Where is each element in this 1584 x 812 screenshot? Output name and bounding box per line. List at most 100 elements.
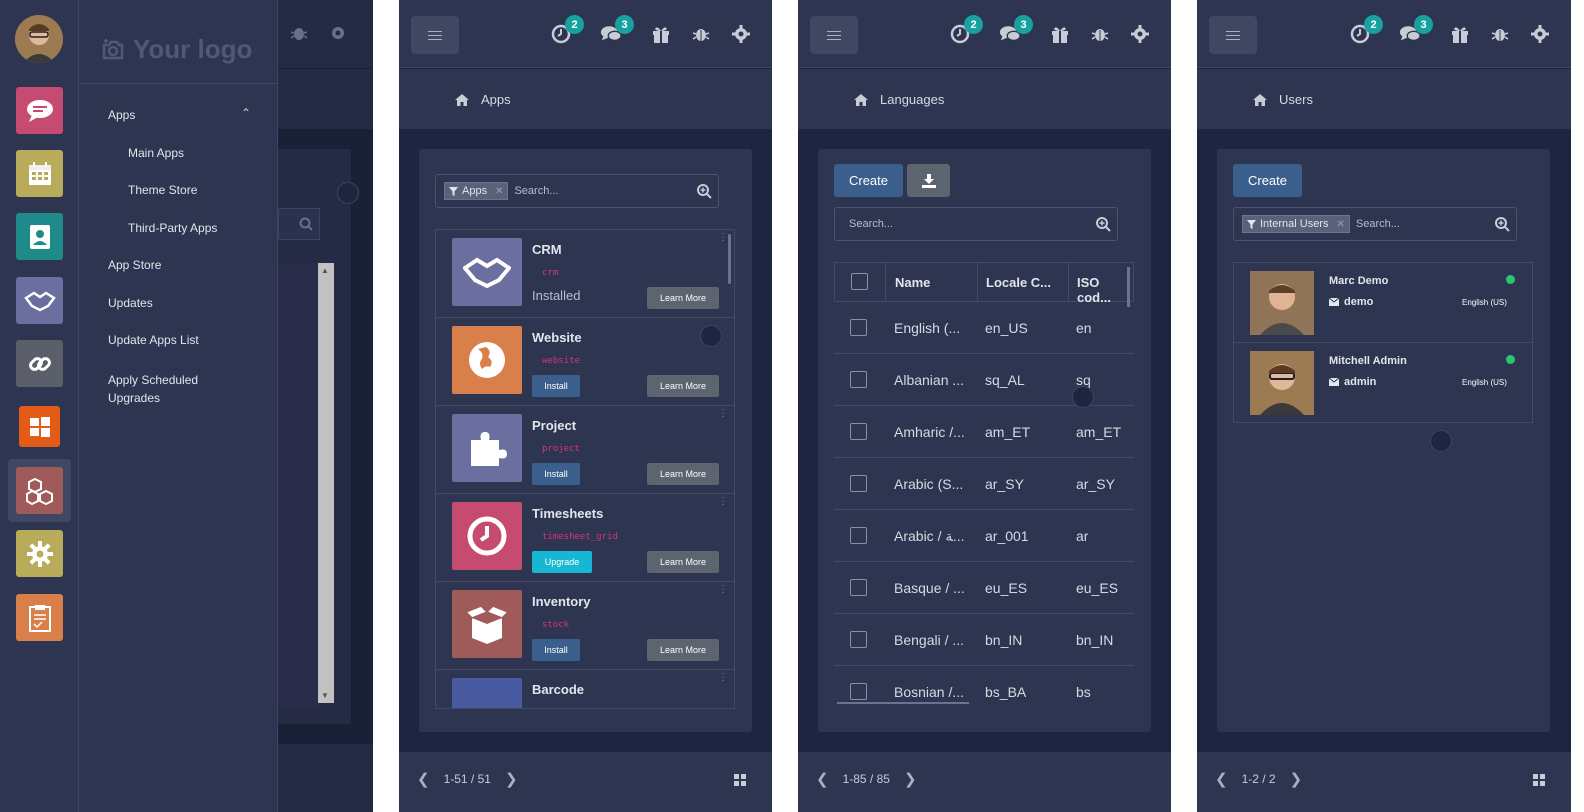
pager-next-icon[interactable]: ❯	[1290, 770, 1303, 788]
search-input[interactable]: Search...	[1356, 218, 1400, 230]
kanban-view-icon[interactable]	[734, 774, 746, 786]
learn-more-button[interactable]: Learn More	[647, 287, 719, 309]
search-facet[interactable]: Apps ✕	[444, 182, 509, 200]
debug-button[interactable]	[690, 23, 712, 45]
kebab-menu-icon[interactable]: ⋮	[718, 497, 728, 507]
hamburger-menu-button[interactable]	[810, 16, 858, 54]
column-header-locale[interactable]: Locale C...	[986, 275, 1051, 290]
app-card-timesheets[interactable]: Timesheets timesheet_grid Upgrade Learn …	[436, 494, 734, 582]
select-all-checkbox[interactable]	[851, 273, 868, 290]
column-header-iso[interactable]: ISO cod...	[1077, 275, 1133, 305]
pager-value[interactable]: 1-51 / 51	[444, 772, 491, 786]
search-bar[interactable]: Internal Users ✕ Search...	[1233, 207, 1517, 241]
discuss-app-tile[interactable]	[16, 87, 63, 134]
table-row[interactable]: English (... en_US en	[834, 302, 1134, 354]
install-button[interactable]: Install	[532, 463, 580, 485]
pager-next-icon[interactable]: ❯	[505, 770, 518, 788]
pager-prev-icon[interactable]: ❮	[816, 770, 829, 788]
activity-button[interactable]: 2	[550, 15, 584, 45]
learn-more-button[interactable]: Learn More	[647, 551, 719, 573]
facet-remove-icon[interactable]: ✕	[495, 186, 503, 197]
table-row[interactable]: Arabic (S... ar_SY ar_SY	[834, 458, 1134, 510]
app-card-project[interactable]: Project project Install Learn More ⋮	[436, 406, 734, 494]
search-icon[interactable]	[696, 183, 712, 199]
search-input[interactable]: Search...	[514, 185, 558, 197]
search-icon[interactable]	[1494, 216, 1510, 232]
crm-app-tile[interactable]	[16, 277, 63, 324]
create-button[interactable]: Create	[834, 164, 903, 197]
row-checkbox[interactable]	[850, 579, 867, 596]
kanban-view-icon[interactable]	[1533, 774, 1545, 786]
messages-button[interactable]: 3	[600, 15, 634, 45]
create-button[interactable]: Create	[1233, 164, 1302, 197]
debug-button[interactable]	[1489, 23, 1511, 45]
apps-app-tile-active[interactable]	[8, 459, 71, 522]
table-row[interactable]: Bengali / ... bn_IN bn_IN	[834, 614, 1134, 666]
pager-prev-icon[interactable]: ❮	[417, 770, 430, 788]
row-checkbox[interactable]	[850, 527, 867, 544]
contacts-app-tile[interactable]	[16, 213, 63, 260]
settings-button[interactable]	[730, 23, 752, 45]
search-bar[interactable]: Search...	[834, 207, 1118, 241]
menu-apply-scheduled-upgrades[interactable]: Apply Scheduled Upgrades	[108, 371, 228, 407]
learn-more-button[interactable]: Learn More	[647, 375, 719, 397]
kebab-menu-icon[interactable]: ⋮	[718, 585, 728, 595]
download-button[interactable]	[907, 164, 950, 197]
user-card[interactable]: Marc Demo demo English (US)	[1234, 263, 1532, 343]
app-card-website[interactable]: Website website Install Learn More	[436, 318, 734, 406]
gift-button[interactable]	[1049, 23, 1071, 45]
table-row[interactable]: Arabic / ﺔ... ar_001 ar	[834, 510, 1134, 562]
row-checkbox[interactable]	[850, 371, 867, 388]
hamburger-menu-button[interactable]	[1209, 16, 1257, 54]
windows-app-tile[interactable]	[19, 406, 60, 447]
learn-more-button[interactable]: Learn More	[647, 639, 719, 661]
menu-third-party-apps[interactable]: Third-Party Apps	[128, 221, 217, 235]
menu-updates[interactable]: Updates	[108, 296, 153, 310]
table-row[interactable]: Amharic /... am_ET am_ET	[834, 406, 1134, 458]
settings-app-tile[interactable]	[16, 530, 63, 577]
search-facet[interactable]: Internal Users ✕	[1242, 215, 1350, 233]
pager-value[interactable]: 1-2 / 2	[1242, 772, 1276, 786]
activity-button[interactable]: 2	[1349, 15, 1383, 45]
upgrade-button[interactable]: Upgrade	[532, 551, 592, 573]
pager-value[interactable]: 1-85 / 85	[843, 772, 890, 786]
home-icon[interactable]	[1253, 93, 1267, 106]
app-card-crm[interactable]: CRM crm Installed Learn More ⋮	[436, 230, 734, 318]
search-icon[interactable]	[1095, 216, 1111, 232]
table-scrollbar[interactable]	[1127, 267, 1130, 307]
calendar-app-tile[interactable]	[16, 150, 63, 197]
kebab-menu-icon[interactable]: ⋮	[718, 233, 728, 243]
horizontal-scrollbar[interactable]	[837, 702, 969, 704]
table-row[interactable]: Bosnian /... bs_BA bs	[834, 666, 1134, 704]
row-checkbox[interactable]	[850, 475, 867, 492]
table-row[interactable]: Basque / ... eu_ES eu_ES	[834, 562, 1134, 614]
kebab-menu-icon[interactable]: ⋮	[718, 409, 728, 419]
activity-button[interactable]: 2	[949, 15, 983, 45]
debug-button[interactable]	[1089, 23, 1111, 45]
menu-apps-header[interactable]: Apps	[108, 108, 135, 122]
install-button[interactable]: Install	[532, 639, 580, 661]
menu-app-store[interactable]: App Store	[108, 258, 161, 272]
pager-prev-icon[interactable]: ❮	[1215, 770, 1228, 788]
row-checkbox[interactable]	[850, 319, 867, 336]
user-avatar[interactable]	[15, 15, 63, 63]
install-button[interactable]: Install	[532, 375, 580, 397]
learn-more-button[interactable]: Learn More	[647, 463, 719, 485]
row-checkbox[interactable]	[850, 423, 867, 440]
messages-button[interactable]: 3	[999, 15, 1033, 45]
home-icon[interactable]	[455, 93, 469, 106]
messages-button[interactable]: 3	[1399, 15, 1433, 45]
search-bar[interactable]: Apps ✕ Search...	[435, 174, 719, 208]
settings-button[interactable]	[1129, 23, 1151, 45]
hamburger-menu-button[interactable]	[411, 16, 459, 54]
gift-button[interactable]	[650, 23, 672, 45]
user-card[interactable]: Mitchell Admin admin English (US)	[1234, 343, 1532, 423]
column-header-name[interactable]: Name	[895, 275, 930, 290]
settings-button[interactable]	[1529, 23, 1551, 45]
menu-update-apps-list[interactable]: Update Apps List	[108, 333, 199, 347]
home-icon[interactable]	[854, 93, 868, 106]
kebab-menu-icon[interactable]: ⋮	[718, 673, 728, 683]
pager-next-icon[interactable]: ❯	[904, 770, 917, 788]
search-input[interactable]: Search...	[843, 218, 893, 230]
timesheet-app-tile[interactable]	[16, 594, 63, 641]
